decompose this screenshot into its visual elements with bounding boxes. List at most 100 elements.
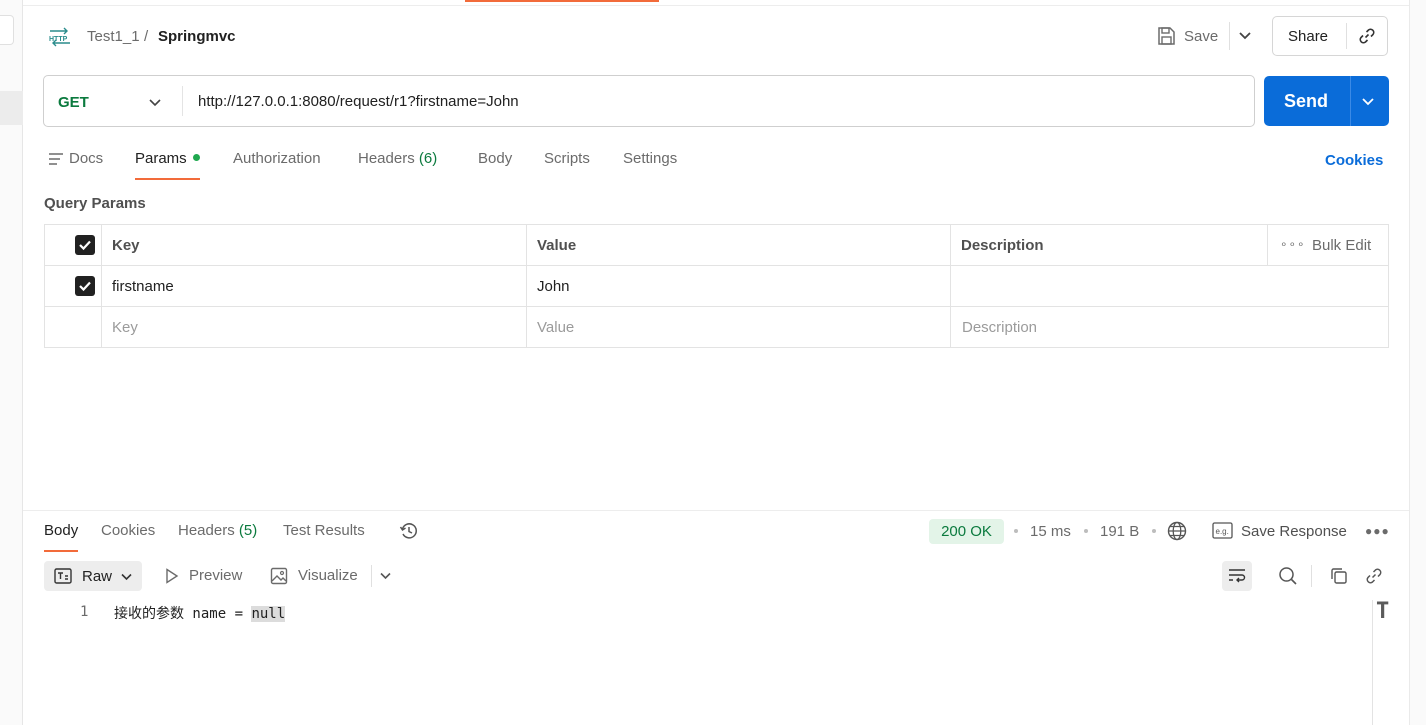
response-time[interactable]: 15 ms xyxy=(1030,523,1071,540)
save-response-button[interactable]: Save Response xyxy=(1241,523,1347,540)
send-button-group: Send xyxy=(1264,76,1389,126)
tab-headers-label: Headers xyxy=(358,150,415,167)
http-icon: HTTP xyxy=(49,27,70,47)
response-tab-test-results[interactable]: Test Results xyxy=(283,522,365,552)
response-tab-headers[interactable]: Headers (5) xyxy=(178,522,257,552)
right-edge-panel xyxy=(1409,0,1426,725)
url-divider xyxy=(182,86,183,116)
line-number: 1 xyxy=(80,604,89,620)
response-tab-headers-label: Headers xyxy=(178,522,235,539)
sidebar-stub xyxy=(0,15,14,45)
wrap-icon xyxy=(1229,569,1246,583)
query-params-title: Query Params xyxy=(44,195,146,212)
wrap-lines-button[interactable] xyxy=(1222,561,1252,591)
response-body-highlight: null xyxy=(251,606,286,622)
toolbar-divider xyxy=(1311,565,1312,587)
url-bar: GET http://127.0.0.1:8080/request/r1?fir… xyxy=(43,75,1255,127)
tab-scripts[interactable]: Scripts xyxy=(544,150,590,180)
url-input[interactable]: http://127.0.0.1:8080/request/r1?firstna… xyxy=(198,93,519,110)
response-size[interactable]: 191 B xyxy=(1100,523,1139,540)
response-tab-headers-count: (5) xyxy=(238,522,258,539)
image-icon xyxy=(270,567,288,585)
breadcrumb-separator: / xyxy=(144,28,149,45)
save-button[interactable]: Save xyxy=(1156,22,1218,50)
save-icon xyxy=(1158,27,1175,45)
save-label: Save xyxy=(1184,27,1219,45)
response-divider[interactable] xyxy=(23,510,1409,511)
param-key-input[interactable]: firstname xyxy=(112,278,174,295)
play-icon xyxy=(166,568,179,584)
share-button-group: Share xyxy=(1272,16,1388,56)
more-icon[interactable]: ●●● xyxy=(1365,524,1390,538)
format-divider xyxy=(371,565,372,587)
tab-headers[interactable]: Headers (6) xyxy=(358,150,437,180)
left-sidebar-strip xyxy=(0,0,23,725)
table-row: firstname John xyxy=(45,266,1388,307)
sidebar-selected-stub[interactable] xyxy=(0,91,23,125)
preview-button[interactable]: Preview xyxy=(189,567,242,584)
save-divider xyxy=(1229,22,1230,50)
tab-body[interactable]: Body xyxy=(478,150,512,180)
bulk-edit-label: Bulk Edit xyxy=(1312,237,1372,254)
column-header-value: Value xyxy=(537,237,577,254)
chevron-down-icon[interactable] xyxy=(379,569,392,582)
select-all-checkbox[interactable] xyxy=(75,235,95,255)
tab-settings[interactable]: Settings xyxy=(623,150,677,180)
docs-icon xyxy=(49,153,63,165)
send-button[interactable]: Send xyxy=(1284,91,1328,112)
tab-params[interactable]: Params xyxy=(135,150,200,180)
send-divider xyxy=(1350,76,1351,126)
breadcrumb-request-name[interactable]: Springmvc xyxy=(158,28,236,45)
copy-icon[interactable] xyxy=(1329,566,1349,586)
svg-text:e.g.: e.g. xyxy=(1216,527,1229,536)
separator-dot xyxy=(1084,529,1088,533)
new-description-input[interactable]: Description xyxy=(962,319,1037,336)
cookies-link[interactable]: Cookies xyxy=(1325,152,1383,169)
active-tab-indicator xyxy=(465,0,659,2)
param-enabled-checkbox[interactable] xyxy=(75,276,95,296)
param-value-input[interactable]: John xyxy=(537,278,570,295)
globe-icon[interactable] xyxy=(1167,521,1187,541)
more-icon: ∘∘∘ xyxy=(1280,237,1306,251)
chevron-down-icon[interactable] xyxy=(1238,28,1252,42)
share-divider xyxy=(1346,23,1347,49)
svg-text:HTTP: HTTP xyxy=(49,36,68,43)
chevron-down-icon[interactable] xyxy=(148,95,162,109)
response-body-prefix: 接收的参数 name = xyxy=(114,606,252,622)
response-tab-body[interactable]: Body xyxy=(44,522,79,552)
history-icon[interactable] xyxy=(399,521,419,541)
visualize-button[interactable]: Visualize xyxy=(298,567,358,584)
format-select-raw[interactable]: Raw xyxy=(44,561,142,591)
tab-headers-count: (6) xyxy=(418,150,438,167)
column-header-description: Description xyxy=(961,237,1044,254)
tab-authorization[interactable]: Authorization xyxy=(233,150,321,180)
link-icon[interactable] xyxy=(1357,26,1377,46)
format-raw-label: Raw xyxy=(82,568,113,585)
chevron-down-icon xyxy=(121,573,132,581)
raw-icon xyxy=(54,568,72,584)
new-value-input[interactable]: Value xyxy=(537,319,574,336)
response-tab-cookies[interactable]: Cookies xyxy=(101,522,155,552)
share-button[interactable]: Share xyxy=(1288,28,1328,45)
chevron-down-icon[interactable] xyxy=(1361,94,1375,108)
table-header-row: Key Value Description ∘∘∘ Bulk Edit xyxy=(45,225,1388,266)
tab-params-label: Params xyxy=(135,150,187,167)
search-icon[interactable] xyxy=(1278,566,1298,586)
method-select[interactable]: GET xyxy=(58,94,89,111)
table-row-new: Key Value Description xyxy=(45,307,1388,348)
status-badge[interactable]: 200 OK xyxy=(929,519,1004,544)
separator-dot xyxy=(1014,529,1018,533)
bulk-edit-button[interactable]: ∘∘∘ Bulk Edit xyxy=(1267,225,1388,265)
tab-strip xyxy=(23,0,1426,6)
link-icon[interactable] xyxy=(1364,566,1384,586)
params-active-dot xyxy=(192,154,200,161)
breadcrumb-collection[interactable]: Test1_1 xyxy=(87,28,140,45)
query-params-table: Key Value Description ∘∘∘ Bulk Edit firs… xyxy=(44,224,1389,348)
tab-docs[interactable]: Docs xyxy=(69,150,103,180)
new-key-input[interactable]: Key xyxy=(112,319,138,336)
text-cursor-icon: T xyxy=(1376,599,1390,624)
column-header-key: Key xyxy=(112,237,140,254)
save-response-icon: e.g. xyxy=(1212,522,1233,539)
response-body-text[interactable]: 接收的参数 name = null xyxy=(114,603,286,623)
separator-dot xyxy=(1152,529,1156,533)
